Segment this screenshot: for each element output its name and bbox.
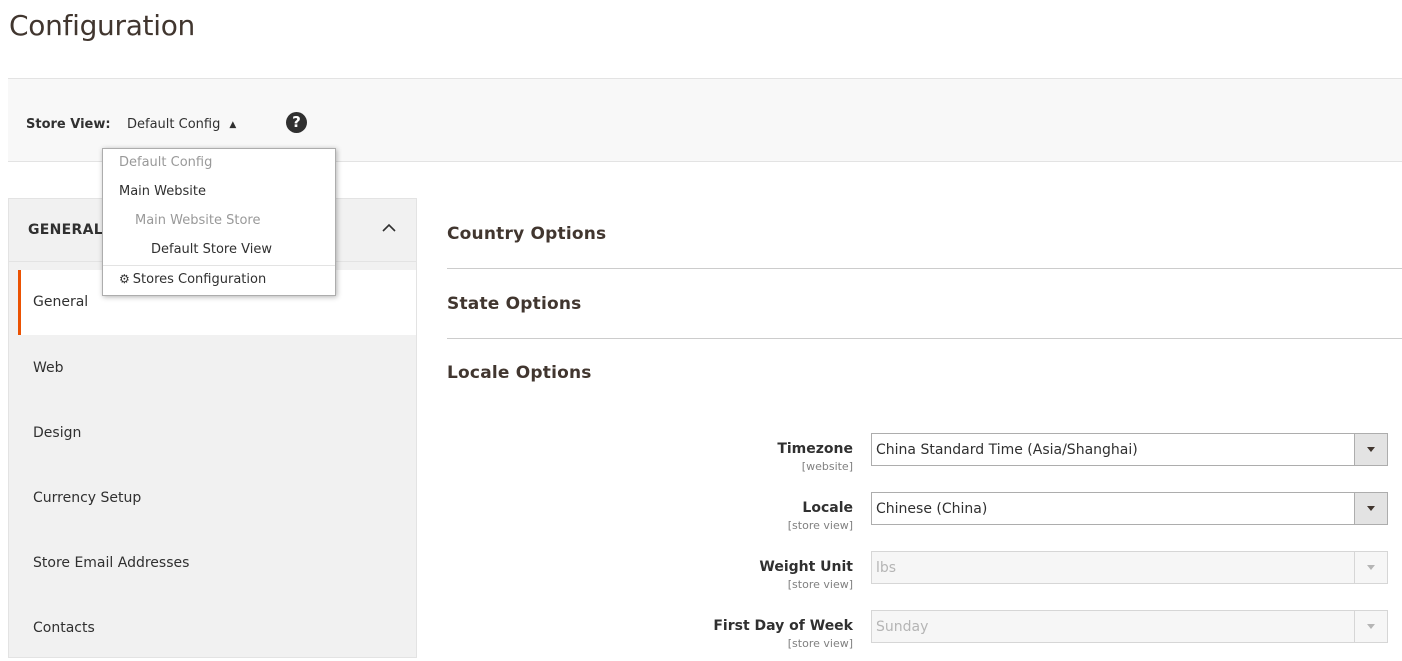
sidebar-section-title: GENERAL	[28, 222, 103, 238]
first-day-of-week-dropdown-button	[1354, 611, 1387, 642]
dropdown-item-stores-configuration[interactable]: ⚙ Stores Configuration	[119, 272, 266, 287]
sidebar-item-contacts[interactable]: Contacts	[9, 596, 416, 661]
gear-icon: ⚙	[119, 272, 130, 286]
locale-scope: [store view]	[787, 519, 853, 532]
sidebar-item-label: Design	[33, 425, 82, 441]
store-view-label: Store View:	[26, 117, 111, 132]
chevron-down-icon	[1367, 447, 1375, 452]
section-state-options[interactable]: State Options	[447, 269, 1402, 339]
weight-unit-dropdown-button	[1354, 552, 1387, 583]
store-view-toggle[interactable]: Default Config ▲	[127, 117, 236, 132]
help-icon[interactable]: ?	[286, 112, 307, 133]
section-locale-options[interactable]: Locale Options	[447, 338, 1402, 407]
locale-value: Chinese (China)	[876, 501, 988, 517]
weight-unit-label: Weight Unit	[759, 559, 853, 575]
page-title: Configuration	[9, 9, 195, 42]
sidebar-item-store-email-addresses[interactable]: Store Email Addresses	[9, 531, 416, 596]
weight-unit-scope: [store view]	[787, 578, 853, 591]
timezone-label: Timezone	[777, 441, 853, 457]
locale-dropdown-button[interactable]	[1354, 493, 1387, 524]
sidebar-item-label: Web	[33, 360, 64, 376]
chevron-up-icon	[382, 223, 396, 232]
caret-up-icon: ▲	[229, 120, 237, 130]
first-day-of-week-label: First Day of Week	[713, 618, 853, 634]
locale-select[interactable]: Chinese (China)	[871, 492, 1388, 525]
first-day-of-week-select: Sunday	[871, 610, 1388, 643]
timezone-select[interactable]: China Standard Time (Asia/Shanghai)	[871, 433, 1388, 466]
dropdown-item-default-store-view[interactable]: Default Store View	[151, 242, 272, 257]
first-day-of-week-value: Sunday	[876, 619, 929, 635]
chevron-down-icon	[1367, 565, 1375, 570]
dropdown-item-main-website-store: Main Website Store	[135, 213, 261, 228]
timezone-dropdown-button[interactable]	[1354, 434, 1387, 465]
sidebar-item-label: Contacts	[33, 620, 95, 636]
weight-unit-value: lbs	[876, 560, 897, 576]
section-title: Country Options	[447, 224, 607, 244]
sidebar-item-label: General	[33, 294, 89, 310]
sidebar-item-label: Store Email Addresses	[33, 555, 190, 571]
sidebar-item-label: Currency Setup	[33, 490, 142, 506]
store-view-current: Default Config	[127, 117, 221, 132]
timezone-value: China Standard Time (Asia/Shanghai)	[876, 442, 1138, 458]
dropdown-divider	[103, 265, 335, 266]
chevron-down-icon	[1367, 624, 1375, 629]
section-title: State Options	[447, 294, 582, 314]
section-country-options[interactable]: Country Options	[447, 199, 1402, 269]
weight-unit-select: lbs	[871, 551, 1388, 584]
dropdown-item-default-config: Default Config	[119, 155, 213, 170]
chevron-down-icon	[1367, 506, 1375, 511]
sidebar-item-currency-setup[interactable]: Currency Setup	[9, 466, 416, 531]
locale-label: Locale	[802, 500, 853, 516]
store-view-dropdown: Default Config Main Website Main Website…	[102, 148, 336, 296]
dropdown-item-main-website[interactable]: Main Website	[119, 184, 206, 199]
sidebar-item-design[interactable]: Design	[9, 401, 416, 466]
section-title: Locale Options	[447, 363, 592, 383]
sidebar-item-web[interactable]: Web	[9, 336, 416, 401]
timezone-scope: [website]	[801, 460, 853, 473]
first-day-of-week-scope: [store view]	[787, 637, 853, 650]
stores-configuration-label: Stores Configuration	[132, 272, 267, 287]
